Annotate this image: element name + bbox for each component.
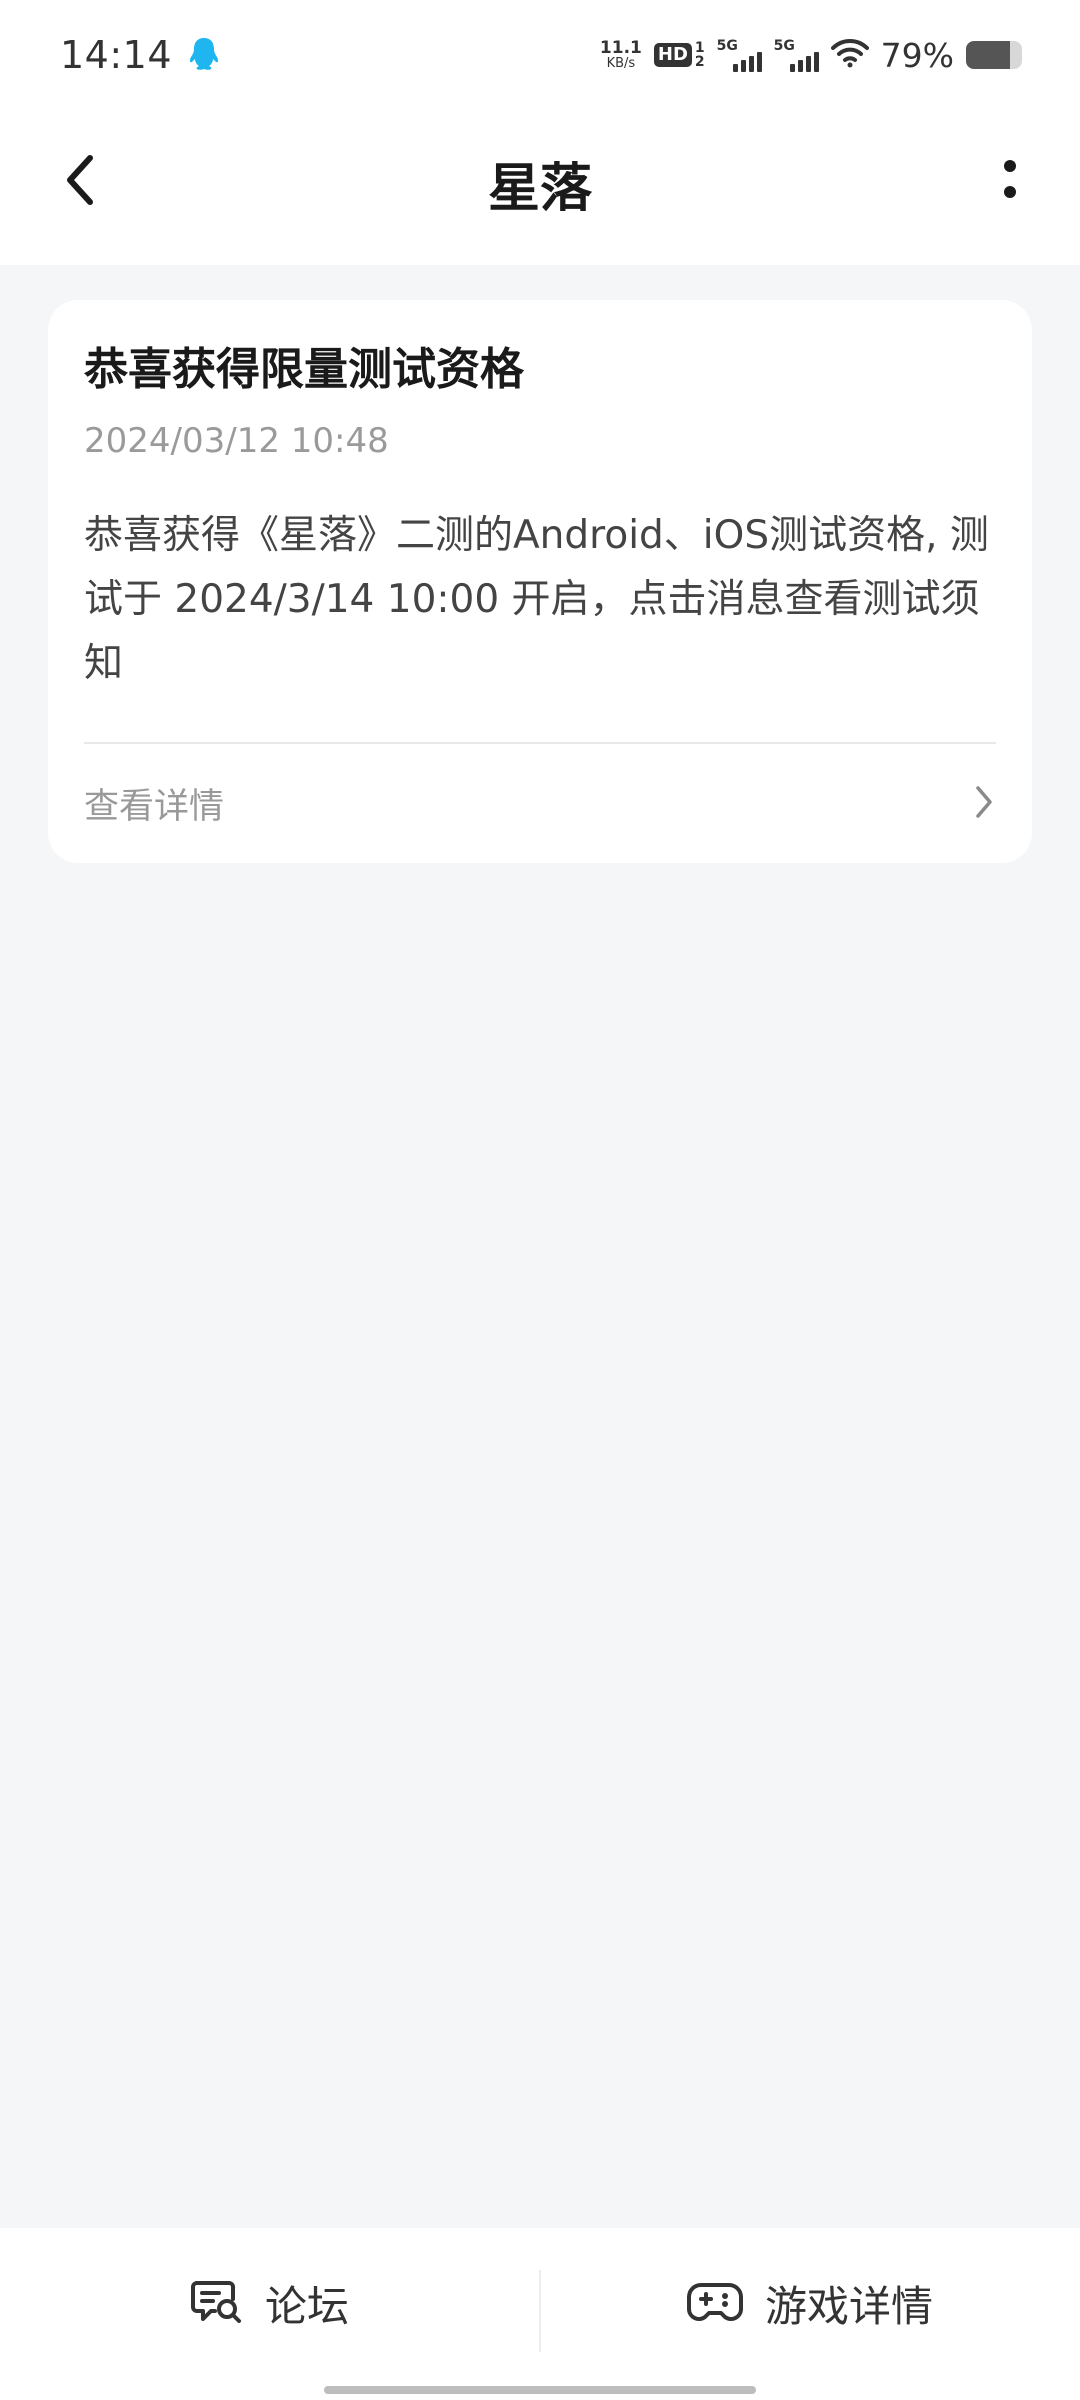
chevron-right-icon — [972, 784, 996, 824]
sim1-signal-icon: 5G — [717, 38, 762, 72]
bottom-separator — [539, 2270, 541, 2352]
home-indicator[interactable] — [324, 2386, 756, 2394]
status-icons: 11.1 KB/s HD 1 2 5G 5G 79% — [600, 36, 1022, 75]
gamepad-icon — [686, 2279, 743, 2327]
sim2-signal-icon: 5G — [774, 38, 819, 72]
forum-button[interactable]: 论坛 — [0, 2228, 540, 2400]
battery-fill — [966, 41, 1011, 69]
wifi-icon — [830, 38, 869, 72]
hd-sim-top: 1 — [694, 40, 705, 56]
forum-search-icon — [190, 2277, 243, 2329]
message-title: 恭喜获得限量测试资格 — [84, 344, 524, 395]
qq-icon — [186, 35, 222, 75]
battery-percent: 79% — [880, 35, 954, 75]
status-time: 14:14 — [60, 33, 173, 77]
page-title: 星落 — [487, 159, 592, 219]
hd-label: HD — [653, 43, 692, 67]
status-left: 14:14 — [60, 33, 222, 77]
app-bar: 星落 — [0, 110, 1080, 265]
message-body: 恭喜获得《星落》二测的Android、iOS测试资格, 测试于 2024/3/1… — [84, 513, 989, 686]
battery-icon — [966, 41, 1022, 69]
status-bar: 14:14 11.1 KB/s HD 1 2 5G 5G 79% — [0, 0, 1080, 110]
view-details-label: 查看详情 — [84, 787, 225, 827]
message-timestamp: 2024/03/12 10:48 — [84, 421, 389, 461]
sim1-network-label: 5G — [716, 38, 738, 54]
hd-sim-bottom: 2 — [694, 54, 705, 70]
message-card[interactable]: 恭喜获得限量测试资格 2024/03/12 10:48 恭喜获得《星落》二测的A… — [48, 300, 1032, 863]
network-speed-value: 11.1 — [599, 38, 642, 58]
network-speed: 11.1 KB/s — [599, 38, 642, 71]
hd-sim-numbers: 1 2 — [695, 41, 705, 69]
more-vertical-icon[interactable] — [980, 150, 1040, 210]
game-details-label: 游戏详情 — [764, 2281, 933, 2331]
view-details-link[interactable]: 查看详情 — [84, 744, 996, 863]
hd-voice-icon: HD 1 2 — [653, 41, 705, 69]
network-speed-unit: KB/s — [606, 56, 636, 71]
forum-label: 论坛 — [264, 2281, 349, 2331]
game-details-button[interactable]: 游戏详情 — [540, 2228, 1080, 2400]
sim2-network-label: 5G — [773, 38, 795, 54]
bottom-bar: 论坛 游戏详情 — [0, 2228, 1080, 2400]
